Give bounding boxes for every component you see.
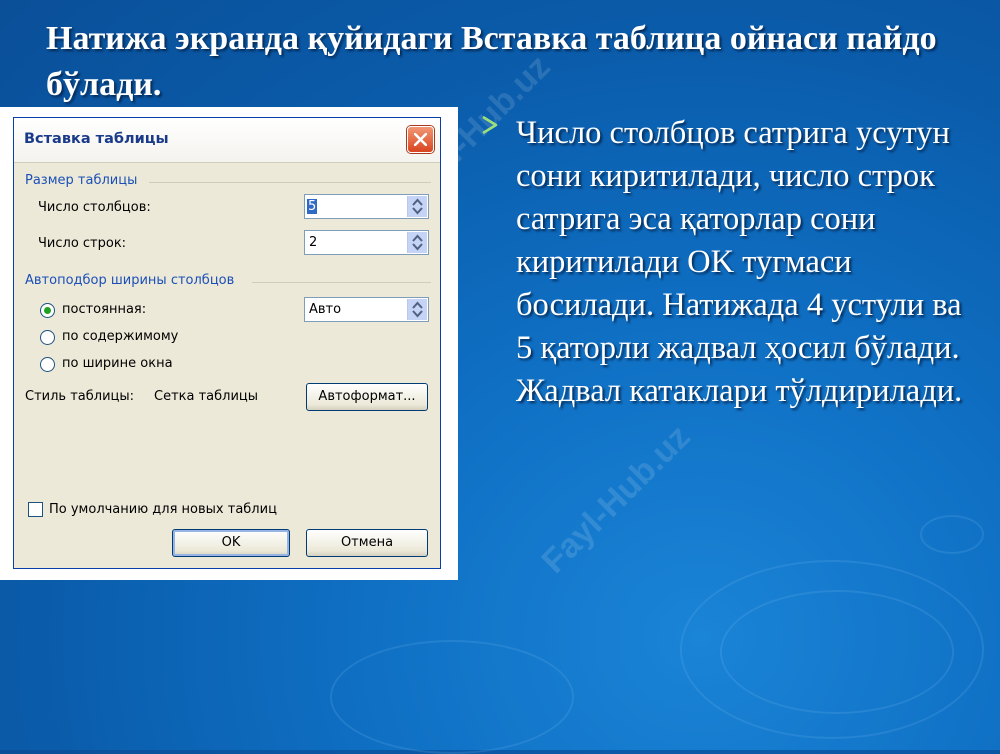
- spin-down-icon[interactable]: [412, 310, 423, 318]
- close-button[interactable]: [407, 126, 434, 153]
- insert-table-dialog: Вставка таблицы Размер таблицы Число сто…: [13, 117, 441, 569]
- rows-label: Число строк:: [38, 236, 127, 251]
- rows-spinner[interactable]: 2: [304, 230, 429, 255]
- spin-down-icon[interactable]: [412, 243, 423, 251]
- radio-selected-dot: [44, 307, 51, 314]
- fixed-spin-buttons[interactable]: [407, 299, 427, 320]
- ok-button[interactable]: OK: [172, 529, 290, 557]
- cancel-button[interactable]: Отмена: [306, 529, 428, 557]
- radio-content[interactable]: [40, 330, 55, 345]
- columns-label: Число столбцов:: [38, 200, 151, 215]
- dialog-titlebar[interactable]: Вставка таблицы: [14, 118, 440, 163]
- fixed-width-spinner[interactable]: Авто: [304, 297, 429, 322]
- columns-spinner[interactable]: 5: [304, 194, 429, 219]
- autoformat-button[interactable]: Автоформат...: [306, 383, 428, 411]
- slide-title: Натижа экранда қуйидаги Вставка таблица …: [46, 20, 937, 103]
- default-checkbox-label[interactable]: По умолчанию для новых таблиц: [49, 502, 277, 517]
- arrow-bullet-icon: [482, 115, 498, 135]
- option-window-label[interactable]: по ширине окна: [62, 356, 173, 371]
- table-style-value: Сетка таблицы: [154, 389, 259, 404]
- rows-value[interactable]: 2: [309, 235, 317, 250]
- size-group-label: Размер таблицы: [25, 173, 138, 188]
- option-fixed-label[interactable]: постоянная:: [62, 302, 146, 317]
- default-checkbox[interactable]: [28, 502, 43, 517]
- spin-up-icon[interactable]: [412, 198, 423, 206]
- background-ripple: [920, 515, 984, 554]
- option-content-label[interactable]: по содержимому: [62, 329, 178, 344]
- table-style-label: Стиль таблицы:: [25, 389, 135, 404]
- spin-down-icon[interactable]: [412, 207, 423, 215]
- radio-fixed[interactable]: [40, 303, 55, 318]
- spin-up-icon[interactable]: [412, 301, 423, 309]
- group-divider: [149, 182, 431, 183]
- watermark: Fayl-Hub.uz: [534, 417, 698, 581]
- rows-spin-buttons[interactable]: [407, 232, 427, 253]
- fixed-width-value[interactable]: Авто: [309, 302, 341, 317]
- radio-window[interactable]: [40, 357, 55, 372]
- group-divider: [252, 282, 431, 283]
- spin-up-icon[interactable]: [412, 234, 423, 242]
- close-icon: [414, 133, 427, 146]
- autofit-group-label: Автоподбор ширины столбцов: [25, 273, 235, 288]
- bullet-text: Число столбцов сатрига усутун сони кирит…: [516, 115, 963, 409]
- background-ripple: [330, 640, 574, 754]
- background-ripple: [680, 560, 984, 739]
- dialog-title: Вставка таблицы: [24, 131, 169, 147]
- columns-value[interactable]: 5: [307, 199, 318, 214]
- columns-spin-buttons[interactable]: [407, 196, 427, 217]
